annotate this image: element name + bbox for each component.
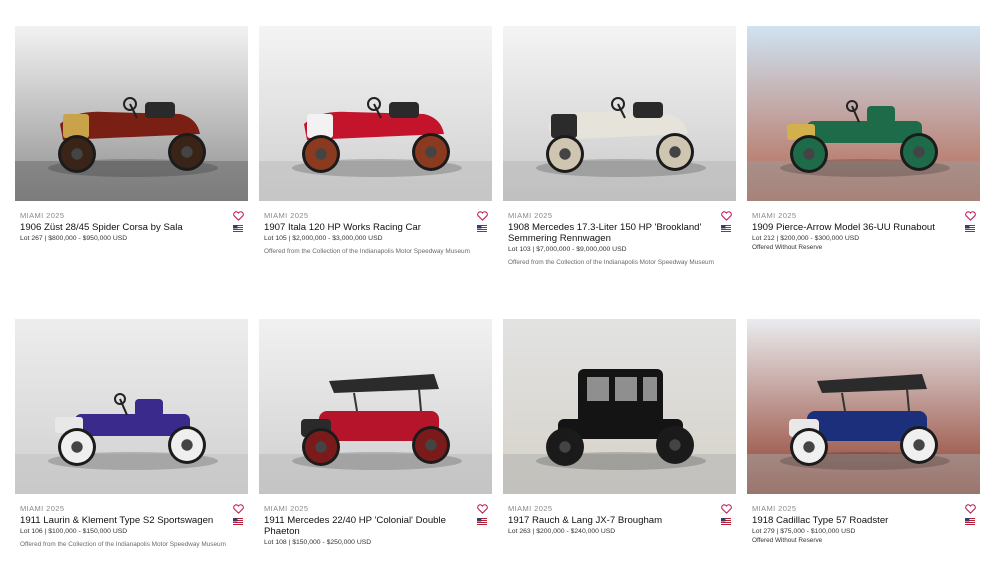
lot-estimate: Lot 279 | $75,000 - $100,000 USD xyxy=(752,528,856,535)
heart-icon[interactable] xyxy=(965,504,976,514)
us-flag-icon xyxy=(477,225,487,232)
lot-info: MIAMI 2025 1911 Laurin & Klement Type S2… xyxy=(15,494,248,549)
lot-photo[interactable] xyxy=(503,319,736,494)
heart-icon[interactable] xyxy=(233,211,244,221)
lot-card[interactable]: MIAMI 2025 1911 Mercedes 22/40 HP 'Colon… xyxy=(259,319,492,547)
us-flag-icon xyxy=(233,225,243,232)
lot-estimate: Lot 267 | $800,000 - $950,000 USD xyxy=(20,235,128,242)
us-flag-icon xyxy=(721,518,731,525)
lot-estimate: Lot 263 | $200,000 - $240,000 USD xyxy=(508,528,616,535)
sale-name: MIAMI 2025 xyxy=(752,504,797,513)
lot-note: Offered from the Collection of the India… xyxy=(508,259,714,266)
lot-note: Offered Without Reserve xyxy=(752,244,823,251)
lot-estimate: Lot 106 | $100,000 - $150,000 USD xyxy=(20,528,128,535)
lot-note: Offered Without Reserve xyxy=(752,537,823,544)
us-flag-icon xyxy=(965,225,975,232)
lot-card[interactable]: MIAMI 2025 1908 Mercedes 17.3-Liter 150 … xyxy=(503,26,736,267)
lot-info: MIAMI 2025 1918 Cadillac Type 57 Roadste… xyxy=(747,494,980,545)
heart-icon[interactable] xyxy=(477,211,488,221)
sale-name: MIAMI 2025 xyxy=(20,211,65,220)
lot-info: MIAMI 2025 1908 Mercedes 17.3-Liter 150 … xyxy=(503,201,736,267)
lot-estimate: Lot 105 | $2,000,000 - $3,000,000 USD xyxy=(264,235,383,242)
lot-info: MIAMI 2025 1907 Itala 120 HP Works Racin… xyxy=(259,201,492,256)
lot-note: Offered from the Collection of the India… xyxy=(20,541,226,548)
lot-card[interactable]: MIAMI 2025 1906 Züst 28/45 Spider Corsa … xyxy=(15,26,248,243)
us-flag-icon xyxy=(477,518,487,525)
lot-photo[interactable] xyxy=(747,26,980,201)
lot-title[interactable]: 1918 Cadillac Type 57 Roadster xyxy=(752,515,975,526)
lot-title[interactable]: 1907 Itala 120 HP Works Racing Car xyxy=(264,222,487,233)
lot-title[interactable]: 1911 Laurin & Klement Type S2 Sportswage… xyxy=(20,515,243,526)
lot-info: MIAMI 2025 1911 Mercedes 22/40 HP 'Colon… xyxy=(259,494,492,547)
lot-photo[interactable] xyxy=(15,319,248,494)
sale-name: MIAMI 2025 xyxy=(264,211,309,220)
lot-photo[interactable] xyxy=(747,319,980,494)
lot-photo[interactable] xyxy=(15,26,248,201)
lot-title[interactable]: 1917 Rauch & Lang JX-7 Brougham xyxy=(508,515,731,526)
lot-card[interactable]: MIAMI 2025 1907 Itala 120 HP Works Racin… xyxy=(259,26,492,256)
lot-card[interactable]: MIAMI 2025 1909 Pierce-Arrow Model 36-UU… xyxy=(747,26,980,252)
lot-title[interactable]: 1909 Pierce-Arrow Model 36-UU Runabout xyxy=(752,222,975,233)
heart-icon[interactable] xyxy=(477,504,488,514)
us-flag-icon xyxy=(965,518,975,525)
sale-name: MIAMI 2025 xyxy=(508,504,553,513)
lot-photo[interactable] xyxy=(259,319,492,494)
lot-title[interactable]: 1911 Mercedes 22/40 HP 'Colonial' Double… xyxy=(264,515,487,537)
heart-icon[interactable] xyxy=(965,211,976,221)
lot-estimate: Lot 103 | $7,000,000 - $9,000,000 USD xyxy=(508,246,627,253)
sale-name: MIAMI 2025 xyxy=(264,504,309,513)
us-flag-icon xyxy=(233,518,243,525)
lot-estimate: Lot 108 | $150,000 - $250,000 USD xyxy=(264,539,372,546)
lot-title[interactable]: 1906 Züst 28/45 Spider Corsa by Sala xyxy=(20,222,243,233)
lot-card[interactable]: MIAMI 2025 1918 Cadillac Type 57 Roadste… xyxy=(747,319,980,545)
lot-photo[interactable] xyxy=(259,26,492,201)
lot-estimate: Lot 212 | $200,000 - $300,000 USD xyxy=(752,235,860,242)
lot-info: MIAMI 2025 1917 Rauch & Lang JX-7 Brough… xyxy=(503,494,736,536)
sale-name: MIAMI 2025 xyxy=(752,211,797,220)
sale-name: MIAMI 2025 xyxy=(508,211,553,220)
sale-name: MIAMI 2025 xyxy=(20,504,65,513)
lot-info: MIAMI 2025 1909 Pierce-Arrow Model 36-UU… xyxy=(747,201,980,252)
lot-info: MIAMI 2025 1906 Züst 28/45 Spider Corsa … xyxy=(15,201,248,243)
heart-icon[interactable] xyxy=(721,504,732,514)
heart-icon[interactable] xyxy=(721,211,732,221)
lot-note: Offered from the Collection of the India… xyxy=(264,248,470,255)
us-flag-icon xyxy=(721,225,731,232)
lot-card[interactable]: MIAMI 2025 1917 Rauch & Lang JX-7 Brough… xyxy=(503,319,736,536)
lot-card[interactable]: MIAMI 2025 1911 Laurin & Klement Type S2… xyxy=(15,319,248,549)
lot-photo[interactable] xyxy=(503,26,736,201)
lot-title[interactable]: 1908 Mercedes 17.3-Liter 150 HP 'Brookla… xyxy=(508,222,731,244)
heart-icon[interactable] xyxy=(233,504,244,514)
